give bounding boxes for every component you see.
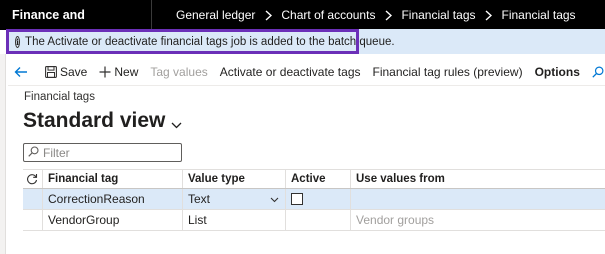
plus-icon (99, 66, 114, 78)
value-type-cell[interactable]: List (183, 210, 286, 230)
row-selector[interactable] (23, 210, 43, 230)
back-arrow-icon (14, 66, 31, 78)
info-message-text: The Activate or deactivate financial tag… (25, 35, 395, 48)
activate-deactivate-tags-button[interactable]: Activate or deactivate tags (214, 58, 367, 86)
active-cell (286, 210, 351, 230)
top-navigation-bar: Finance and Operations General ledger Ch… (0, 0, 605, 52)
grid-header-row: Financial tag Value type Active Use valu… (23, 169, 605, 189)
app-title[interactable]: Finance and Operations (0, 0, 152, 52)
page-title: Standard view (23, 109, 166, 132)
options-tab[interactable]: Options (529, 58, 586, 86)
active-cell (286, 189, 351, 209)
tag-values-button[interactable]: Tag values (144, 58, 213, 86)
search-icon (592, 66, 605, 78)
breadcrumb-financial-tags[interactable]: Financial tags (401, 8, 475, 22)
view-selector[interactable]: Standard view (23, 107, 182, 135)
back-button[interactable] (8, 58, 39, 86)
save-icon (45, 65, 60, 78)
use-values-from-cell[interactable] (351, 189, 605, 209)
financial-tag-cell[interactable]: VendorGroup (43, 210, 183, 230)
save-label: Save (60, 64, 88, 79)
column-header-use-values-from[interactable]: Use values from (351, 170, 605, 188)
info-message-bar: i The Activate or deactivate financial t… (6, 29, 395, 54)
search-button[interactable] (586, 58, 605, 86)
action-pane: Save New Tag values Activate or deactiva… (8, 58, 605, 86)
financial-tag-cell[interactable]: CorrectionReason (43, 189, 183, 209)
breadcrumb-general-ledger[interactable]: General ledger (176, 8, 255, 22)
new-label: New (114, 64, 139, 79)
breadcrumb-chart-of-accounts[interactable]: Chart of accounts (281, 8, 375, 22)
chevron-down-icon (270, 192, 279, 206)
row-selector[interactable] (23, 189, 43, 209)
column-header-financial-tag[interactable]: Financial tag (43, 170, 183, 188)
refresh-icon[interactable] (23, 170, 43, 188)
column-header-active[interactable]: Active (286, 170, 351, 188)
chevron-right-icon (263, 9, 273, 21)
value-type-value: Text (188, 192, 211, 206)
financial-tags-grid: Financial tag Value type Active Use valu… (23, 169, 605, 231)
breadcrumb: General ledger Chart of accounts Financi… (152, 8, 576, 22)
chevron-down-icon (171, 111, 182, 135)
filter-input[interactable] (43, 145, 173, 160)
filter-search-icon (28, 145, 39, 160)
breadcrumb-financial-tags-current[interactable]: Financial tags (502, 8, 576, 22)
chevron-right-icon (484, 9, 494, 21)
table-row[interactable]: CorrectionReason Text (23, 189, 605, 210)
navigation-rail (0, 54, 6, 254)
filter-box[interactable] (23, 143, 182, 162)
table-row[interactable]: VendorGroup List Vendor groups (23, 210, 605, 231)
column-header-value-type[interactable]: Value type (183, 170, 286, 188)
financial-tag-rules-button[interactable]: Financial tag rules (preview) (367, 58, 529, 86)
new-button[interactable]: New (93, 58, 144, 86)
value-type-dropdown[interactable]: Text (183, 189, 286, 209)
save-button[interactable]: Save (39, 58, 93, 86)
use-values-from-cell[interactable]: Vendor groups (351, 210, 605, 230)
info-icon: i (15, 35, 21, 48)
message-bar-background (359, 29, 605, 54)
active-checkbox[interactable] (291, 193, 303, 205)
chevron-right-icon (383, 9, 393, 21)
form-caption: Financial tags (24, 91, 95, 103)
